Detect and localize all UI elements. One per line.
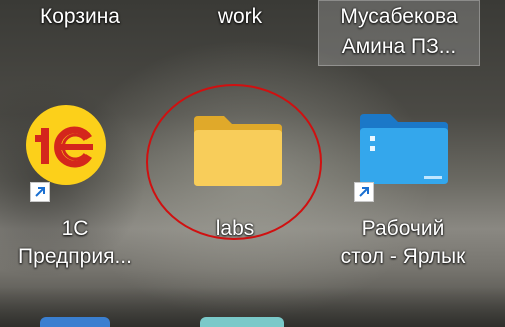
shortcut-arrow-icon — [354, 182, 374, 202]
folder-icon — [194, 116, 282, 186]
desktop: Корзина work Мусабекова Амина ПЗ... 1С П… — [0, 0, 505, 327]
shortcut-arrow-icon — [30, 182, 50, 202]
document-label-line2: Амина ПЗ... — [341, 35, 457, 58]
icon-label-line2: Предприя... — [18, 245, 132, 268]
icon-label-line1: labs — [215, 217, 255, 240]
1c-logo-icon — [26, 105, 106, 185]
desktop-icon-desktop-shortcut[interactable]: Рабочий стол - Ярлык — [328, 100, 478, 270]
desktop-icon-labs[interactable]: labs — [160, 100, 310, 270]
icon-label-line1: 1С — [61, 217, 89, 240]
icon-label-line1: Рабочий — [361, 217, 445, 240]
partial-icon-bottom-left[interactable] — [40, 317, 110, 327]
document-label-line1: Мусабекова — [340, 5, 458, 28]
desktop-folder-icon — [360, 114, 448, 184]
desktop-icon-1c[interactable]: 1С Предприя... — [0, 100, 150, 270]
icon-label-line2: стол - Ярлык — [340, 245, 466, 268]
work-folder-label[interactable]: work — [180, 4, 300, 30]
recycle-bin-label[interactable]: Корзина — [20, 4, 140, 30]
partial-icon-bottom-middle[interactable] — [200, 317, 284, 327]
